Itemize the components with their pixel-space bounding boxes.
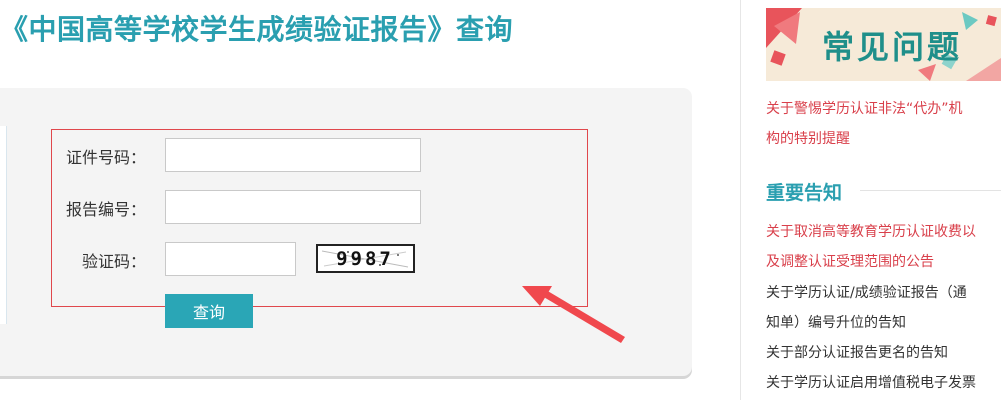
notice-link-1-line1[interactable]: 关于取消高等教育学历认证收费以	[766, 221, 976, 241]
notice-heading: 重要告知	[766, 182, 843, 204]
report-number-input[interactable]	[165, 190, 421, 224]
sidebar-divider	[740, 0, 741, 400]
cert-number-label: 证件号码：	[66, 148, 147, 167]
notice-link-2-line1[interactable]: 关于学历认证/成绩验证报告（通	[766, 282, 967, 302]
faq-link-line1[interactable]: 关于警惕学历认证非法“代办”机	[766, 98, 963, 118]
notice-link-1-line2[interactable]: 及调整认证受理范围的公告	[766, 251, 934, 271]
report-number-label: 报告编号：	[66, 200, 147, 219]
notice-link-3[interactable]: 关于部分认证报告更名的告知	[766, 342, 948, 362]
notice-heading-rule	[860, 190, 1001, 191]
captcha-image[interactable]: 9987	[316, 244, 415, 273]
page-title: 《中国高等学校学生成绩验证报告》查询	[0, 13, 514, 46]
faq-banner[interactable]: 常见问题	[766, 8, 1001, 81]
captcha-text: 9987	[336, 248, 394, 270]
faq-link-line2[interactable]: 构的特别提醒	[766, 128, 850, 148]
form-side-strip	[0, 126, 7, 324]
cert-number-input[interactable]	[165, 138, 421, 172]
captcha-label: 验证码：	[82, 252, 147, 271]
query-button[interactable]: 查询	[165, 294, 253, 328]
annotation-arrow-icon	[522, 286, 625, 343]
notice-link-2-line2[interactable]: 知单）编号升位的告知	[766, 312, 906, 332]
captcha-input[interactable]	[165, 242, 296, 276]
faq-banner-title: 常见问题	[822, 28, 963, 66]
notice-link-4[interactable]: 关于学历认证启用增值税电子发票	[766, 372, 976, 392]
